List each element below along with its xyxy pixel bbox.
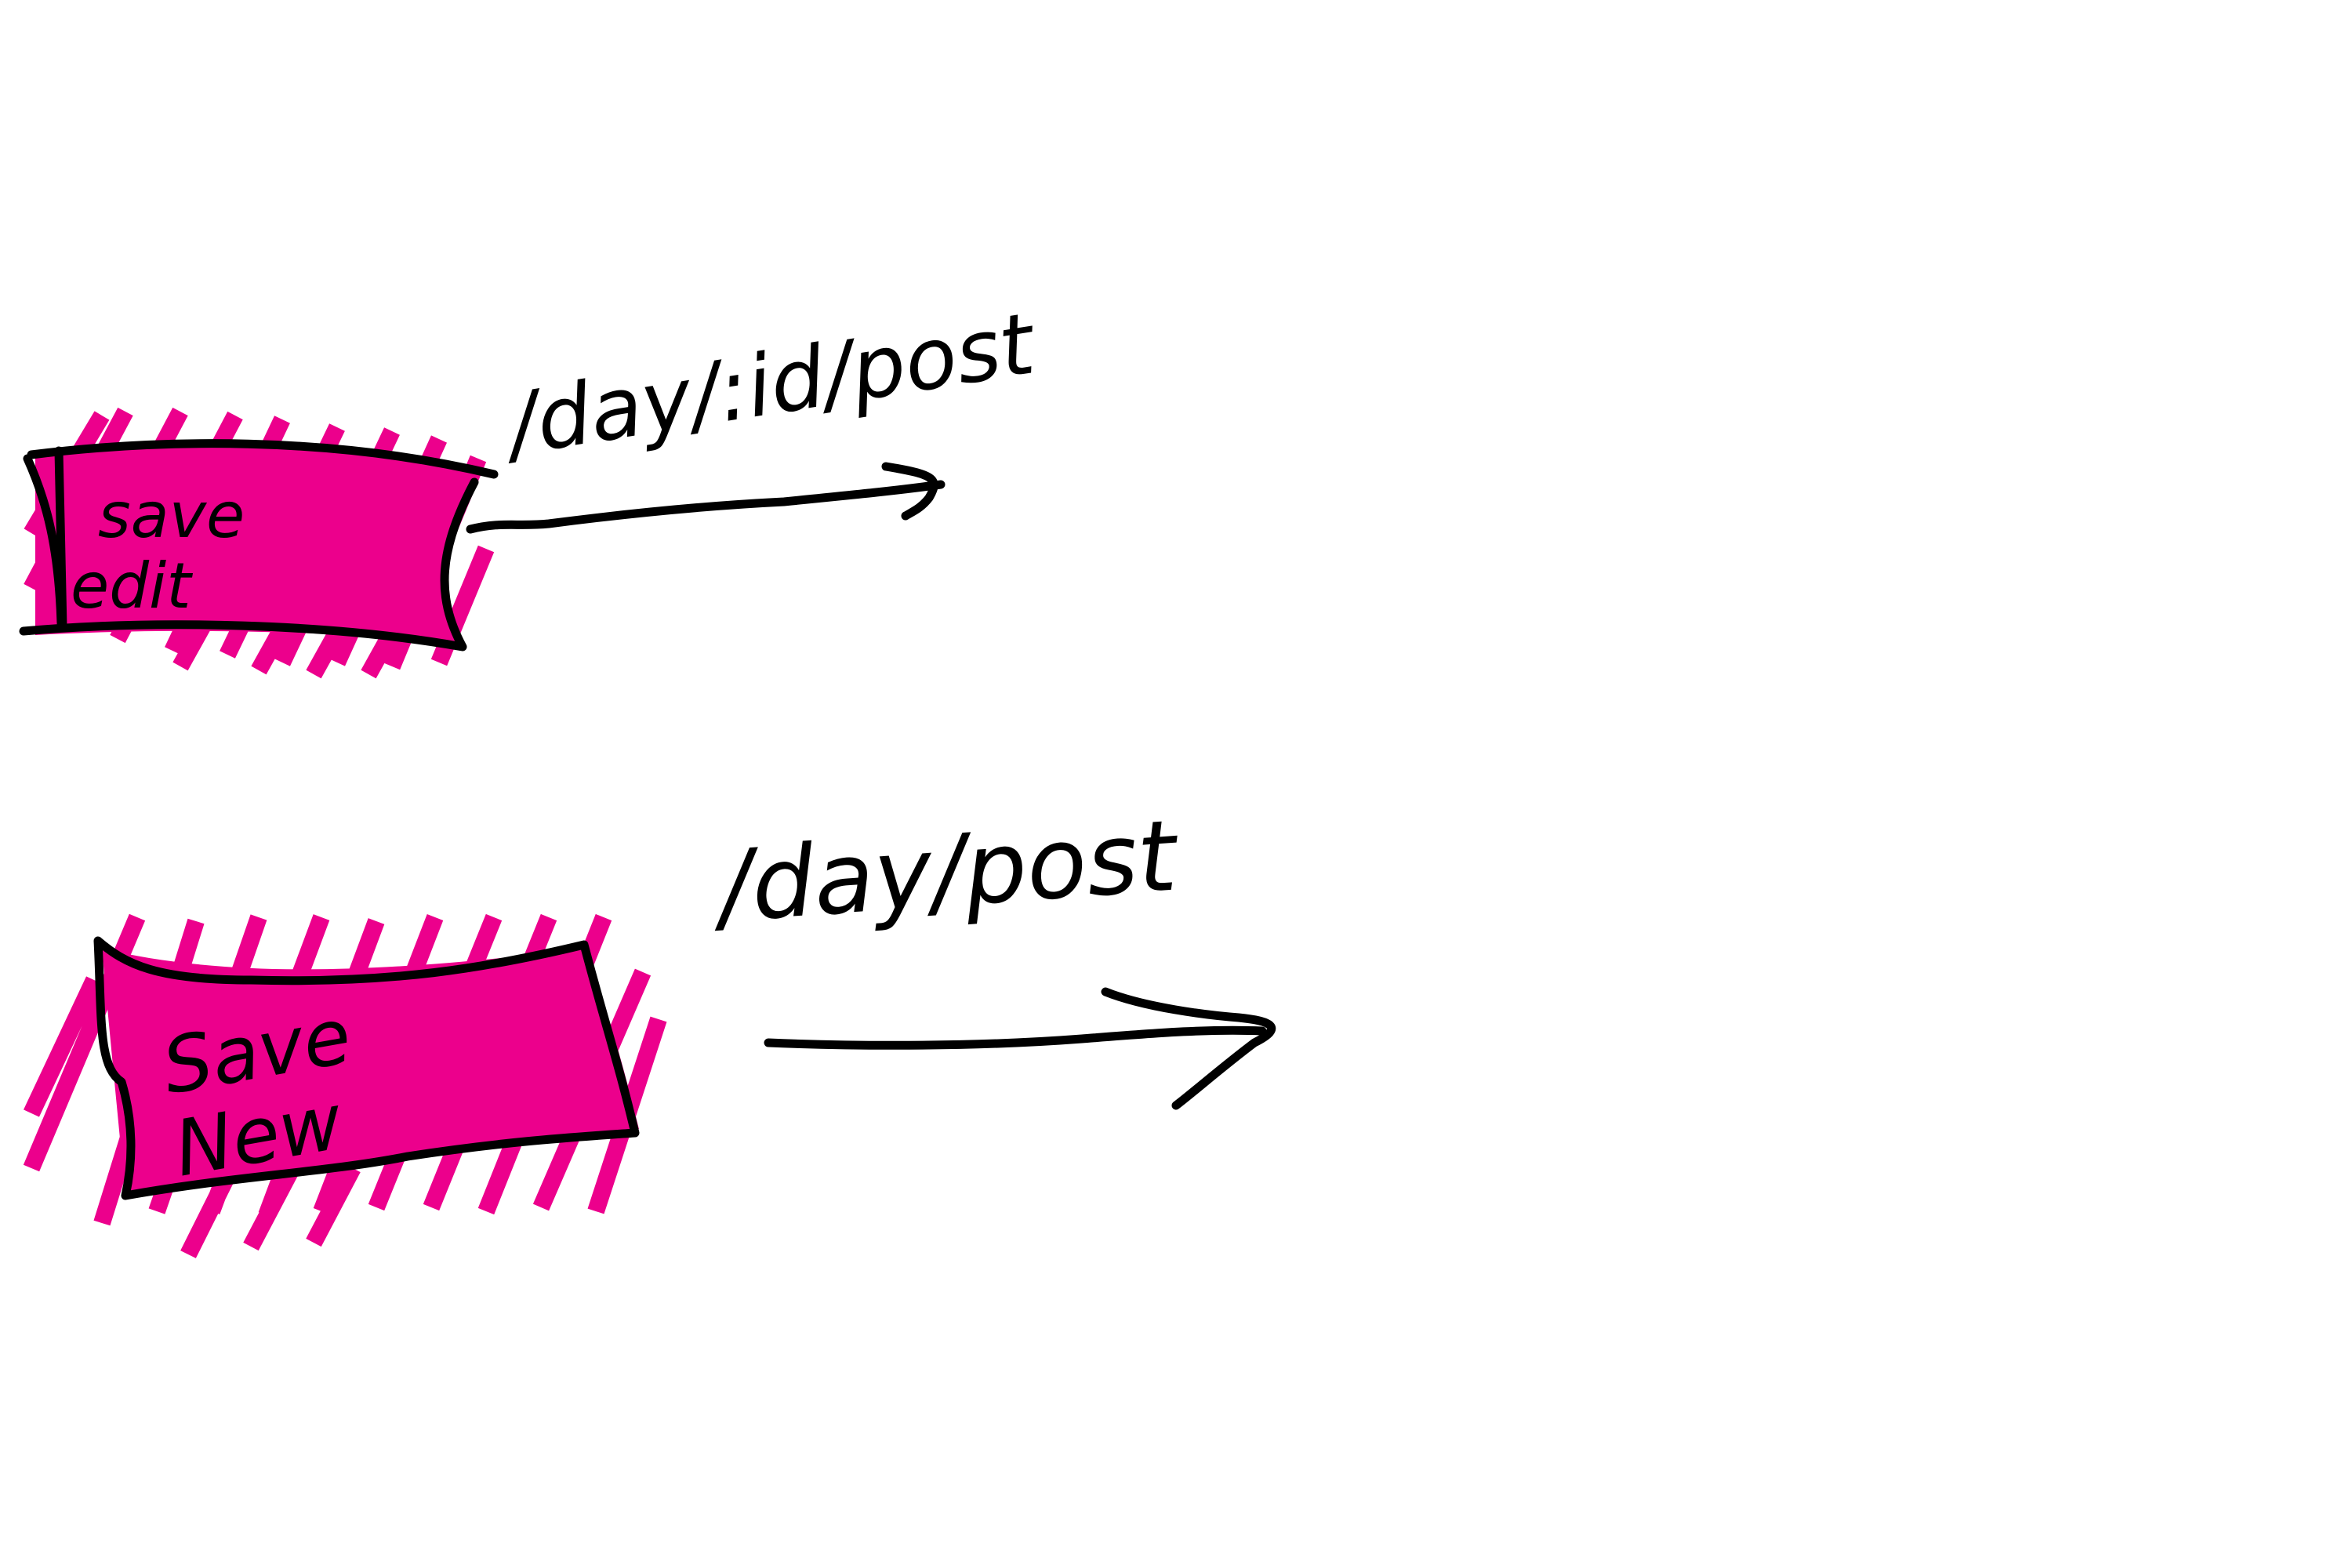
save-edit-label-line1: save [98, 479, 245, 552]
route-arrow-new [764, 987, 1276, 1110]
save-new-button[interactable]: Save New [23, 913, 667, 1258]
save-edit-button[interactable]: save edit [19, 407, 499, 679]
save-edit-label-line2: edit [71, 550, 193, 622]
arrow-head [1101, 987, 1276, 1110]
sketch-canvas: save edit /day/:id/post Save New /day/po… [19, 295, 1276, 1258]
arrow-shaft [764, 1025, 1267, 1050]
route-label-new: /day/post [707, 799, 1183, 945]
save-edit-inner-tick [54, 446, 67, 632]
arrow-shaft [466, 480, 946, 534]
route-label-edit: /day/:id/post [495, 295, 1044, 476]
route-arrow-edit [466, 462, 946, 534]
